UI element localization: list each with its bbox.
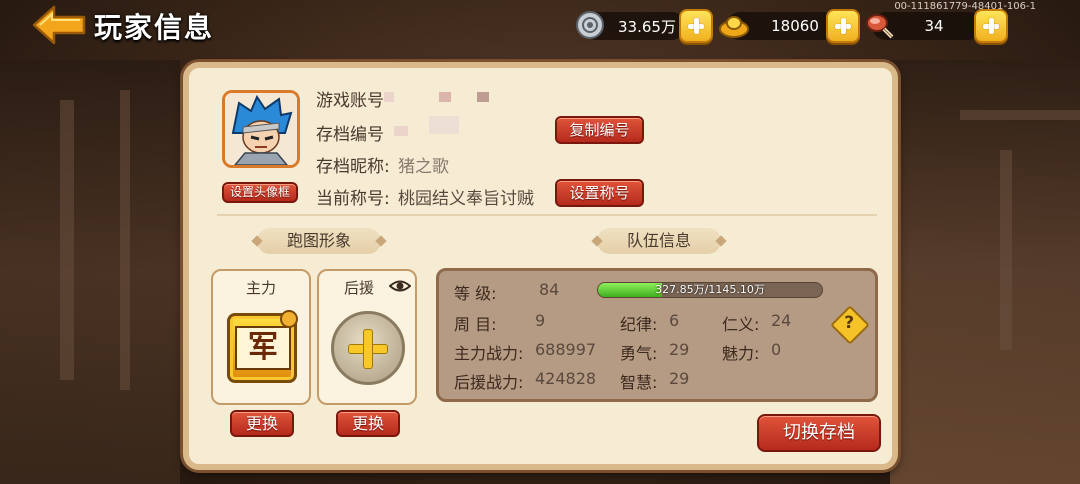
- redacted-block: [429, 116, 459, 134]
- courage-value: 29: [669, 340, 690, 359]
- gold-resource: 18060: [719, 12, 838, 40]
- level-value: 84: [539, 280, 560, 299]
- background-beam: [960, 110, 1080, 120]
- add-stamina-button[interactable]: [974, 9, 1008, 43]
- background-pillar: [60, 100, 74, 380]
- add-gold-button[interactable]: [826, 9, 860, 43]
- build-id: 00-111861779-48401-106-1: [894, 1, 1036, 12]
- redacted-block: [439, 92, 451, 102]
- background-left: [0, 60, 180, 484]
- account-label: 游戏账号: [316, 91, 384, 111]
- level-label: 等 级:: [454, 284, 497, 303]
- back-arrow-icon[interactable]: [30, 4, 88, 46]
- wisdom-value: 29: [669, 369, 690, 388]
- redacted-block: [394, 126, 408, 136]
- background-pillar: [1000, 150, 1012, 350]
- page-title: 玩家信息: [94, 11, 215, 44]
- lion-head-icon: [280, 310, 298, 328]
- add-support-plus-icon[interactable]: [331, 311, 405, 385]
- team-info-box: 等 级: 84 327.85万/1145.10万 周 目: 9 纪律: 6 仁义…: [436, 268, 878, 402]
- change-main-button[interactable]: 更换: [230, 410, 294, 437]
- set-title-button[interactable]: 设置称号: [555, 179, 644, 207]
- switch-save-button[interactable]: 切换存档: [757, 414, 881, 452]
- team-info-section-tag: 队伍信息: [597, 228, 721, 254]
- help-question-icon[interactable]: ?: [830, 305, 870, 345]
- player-info-panel: 设置头像框 游戏账号 存档编号 复制编号 存档昵称: 猪之歌 当前称号: 桃园结…: [183, 62, 898, 470]
- wisdom-label: 智慧:: [620, 373, 658, 392]
- cycle-label: 周 目:: [454, 315, 497, 334]
- redacted-block: [384, 92, 394, 102]
- main-character-card[interactable]: 主力 军: [211, 269, 311, 405]
- main-power-label: 主力战力:: [454, 344, 524, 363]
- courage-label: 勇气:: [620, 344, 658, 363]
- support-power-value: 424828: [535, 369, 597, 388]
- xp-text: 327.85万/1145.10万: [655, 283, 765, 296]
- background-right: [890, 60, 1080, 484]
- meat-drumstick-icon: [864, 9, 896, 41]
- add-silver-button[interactable]: [679, 9, 713, 43]
- divider: [217, 214, 877, 216]
- title-value: 桃园结义奉旨讨贼: [398, 189, 534, 209]
- discipline-label: 纪律:: [620, 315, 658, 334]
- support-power-label: 后援战力:: [454, 373, 524, 392]
- benevolence-label: 仁义:: [722, 315, 760, 334]
- gold-ingot-icon: [718, 9, 750, 41]
- stamina-resource: 34: [866, 12, 982, 40]
- benevolence-value: 24: [771, 311, 792, 330]
- run-image-section-tag: 跑图形象: [257, 228, 381, 254]
- save-id-label: 存档编号: [316, 125, 384, 145]
- change-support-button[interactable]: 更换: [336, 410, 400, 437]
- silver-coin-icon: [574, 9, 606, 41]
- eye-icon[interactable]: [388, 277, 412, 295]
- xp-bar: 327.85万/1145.10万: [597, 282, 823, 298]
- charm-label: 魅力:: [722, 344, 760, 363]
- cycle-value: 9: [535, 311, 546, 330]
- charm-value: 0: [771, 340, 782, 359]
- army-emblem-text: 军: [235, 326, 291, 370]
- discipline-value: 6: [669, 311, 680, 330]
- main-power-value: 688997: [535, 340, 597, 359]
- title-label: 当前称号:: [316, 189, 390, 209]
- main-card-title: 主力: [245, 279, 276, 297]
- army-emblem-icon: 军: [227, 310, 298, 383]
- background-pillar: [120, 90, 130, 390]
- support-character-card[interactable]: 后援: [317, 269, 417, 405]
- set-avatar-frame-button[interactable]: 设置头像框: [222, 182, 298, 203]
- nickname-label: 存档昵称:: [316, 157, 390, 177]
- redacted-block: [477, 92, 489, 102]
- nickname-value: 猪之歌: [398, 157, 449, 177]
- copy-id-button[interactable]: 复制编号: [555, 116, 644, 144]
- player-avatar[interactable]: [222, 90, 300, 168]
- silver-resource: 33.65万: [576, 11, 686, 40]
